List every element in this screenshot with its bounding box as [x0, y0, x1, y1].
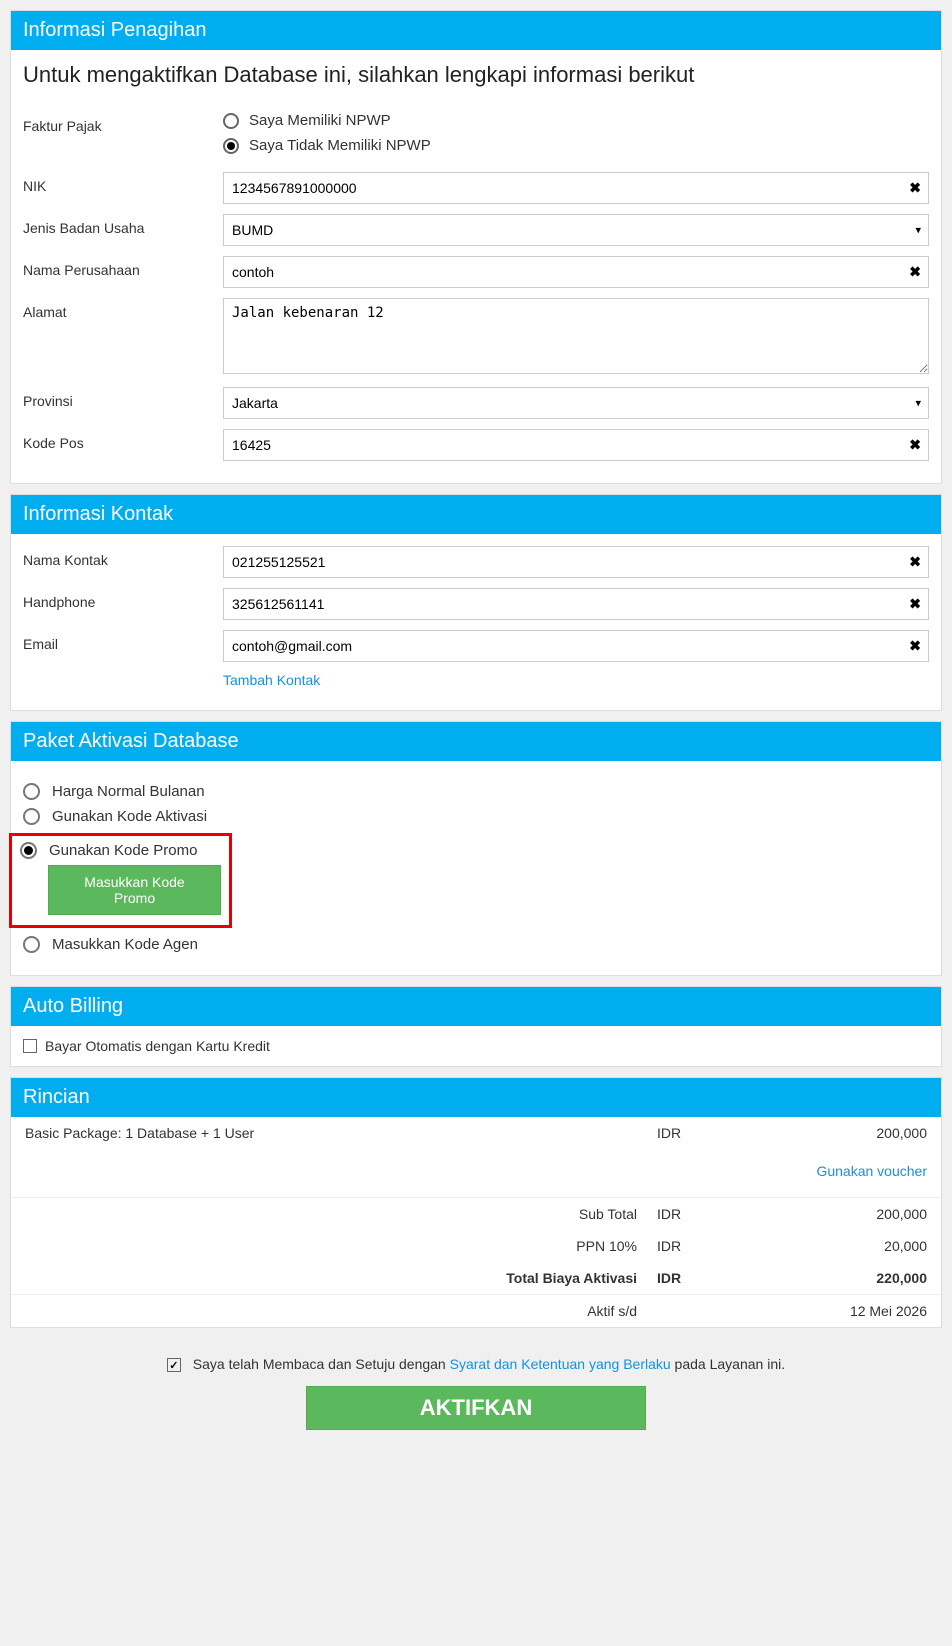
radio-aktivasi[interactable] — [23, 808, 40, 825]
total-value: 220,000 — [737, 1270, 927, 1286]
nama-kontak-label: Nama Kontak — [23, 546, 223, 568]
radio-have-npwp-label: Saya Memiliki NPWP — [249, 112, 391, 129]
billing-lead: Untuk mengaktifkan Database ini, silahka… — [23, 62, 929, 88]
provinsi-select[interactable]: Jakarta — [223, 387, 929, 419]
promo-highlight: Gunakan Kode Promo Masukkan Kode Promo — [9, 833, 232, 928]
package-header: Paket Aktivasi Database — [11, 722, 941, 761]
aktif-value: 12 Mei 2026 — [737, 1303, 927, 1319]
handphone-input[interactable] — [223, 588, 929, 620]
radio-aktivasi-label: Gunakan Kode Aktivasi — [52, 808, 207, 825]
terms-link[interactable]: Syarat dan Ketentuan yang Berlaku — [450, 1356, 671, 1372]
nama-perusahaan-label: Nama Perusahaan — [23, 256, 223, 278]
subtotal-label: Sub Total — [25, 1206, 657, 1222]
radio-normal[interactable] — [23, 783, 40, 800]
provinsi-label: Provinsi — [23, 387, 223, 409]
handphone-label: Handphone — [23, 588, 223, 610]
total-currency: IDR — [657, 1270, 737, 1286]
alamat-input[interactable]: Jalan kebenaran 12 — [223, 298, 929, 374]
confirm-row: Saya telah Membaca dan Setuju dengan Sya… — [0, 1338, 952, 1380]
close-icon[interactable]: ✖ — [909, 437, 921, 454]
autobilling-checkbox[interactable] — [23, 1039, 37, 1053]
item-label: Basic Package: 1 Database + 1 User — [25, 1125, 657, 1141]
billing-panel: Informasi Penagihan Untuk mengaktifkan D… — [10, 10, 942, 484]
voucher-link[interactable]: Gunakan voucher — [816, 1163, 927, 1179]
package-panel: Paket Aktivasi Database Harga Normal Bul… — [10, 721, 942, 976]
ppn-currency: IDR — [657, 1238, 737, 1254]
total-label: Total Biaya Aktivasi — [25, 1270, 657, 1286]
subtotal-value: 200,000 — [737, 1206, 927, 1222]
terms-pre: Saya telah Membaca dan Setuju dengan — [193, 1356, 450, 1372]
contact-header: Informasi Kontak — [11, 495, 941, 534]
activate-button[interactable]: AKTIFKAN — [306, 1386, 646, 1430]
enter-promo-button[interactable]: Masukkan Kode Promo — [48, 865, 221, 915]
add-contact-link[interactable]: Tambah Kontak — [223, 672, 320, 688]
radio-promo[interactable] — [20, 842, 37, 859]
billing-header: Informasi Penagihan — [11, 11, 941, 50]
email-input[interactable] — [223, 630, 929, 662]
nama-kontak-input[interactable] — [223, 546, 929, 578]
contact-panel: Informasi Kontak Nama Kontak ✖ Handphone… — [10, 494, 942, 711]
radio-have-npwp[interactable] — [223, 113, 239, 129]
radio-agen[interactable] — [23, 936, 40, 953]
radio-agen-label: Masukkan Kode Agen — [52, 936, 198, 953]
item-currency: IDR — [657, 1125, 737, 1141]
autobilling-header: Auto Billing — [11, 987, 941, 1026]
close-icon[interactable]: ✖ — [909, 264, 921, 281]
kodepos-label: Kode Pos — [23, 429, 223, 451]
terms-post: pada Layanan ini. — [671, 1356, 785, 1372]
nama-perusahaan-input[interactable] — [223, 256, 929, 288]
faktur-label: Faktur Pajak — [23, 112, 223, 134]
close-icon[interactable]: ✖ — [909, 180, 921, 197]
radio-nohave-npwp-label: Saya Tidak Memiliki NPWP — [249, 137, 431, 154]
jenis-select[interactable]: BUMD — [223, 214, 929, 246]
autobilling-panel: Auto Billing Bayar Otomatis dengan Kartu… — [10, 986, 942, 1067]
autobilling-label: Bayar Otomatis dengan Kartu Kredit — [45, 1038, 270, 1054]
radio-normal-label: Harga Normal Bulanan — [52, 783, 205, 800]
close-icon[interactable]: ✖ — [909, 596, 921, 613]
email-label: Email — [23, 630, 223, 652]
alamat-label: Alamat — [23, 298, 223, 320]
radio-promo-label: Gunakan Kode Promo — [49, 842, 197, 859]
close-icon[interactable]: ✖ — [909, 554, 921, 571]
radio-nohave-npwp[interactable] — [223, 138, 239, 154]
item-value: 200,000 — [737, 1125, 927, 1141]
subtotal-currency: IDR — [657, 1206, 737, 1222]
terms-checkbox[interactable] — [167, 1358, 181, 1372]
rincian-header: Rincian — [11, 1078, 941, 1117]
ppn-value: 20,000 — [737, 1238, 927, 1254]
rincian-panel: Rincian Basic Package: 1 Database + 1 Us… — [10, 1077, 942, 1328]
kodepos-input[interactable] — [223, 429, 929, 461]
nik-label: NIK — [23, 172, 223, 194]
aktif-label: Aktif s/d — [25, 1303, 657, 1319]
close-icon[interactable]: ✖ — [909, 638, 921, 655]
jenis-label: Jenis Badan Usaha — [23, 214, 223, 236]
nik-input[interactable] — [223, 172, 929, 204]
ppn-label: PPN 10% — [25, 1238, 657, 1254]
